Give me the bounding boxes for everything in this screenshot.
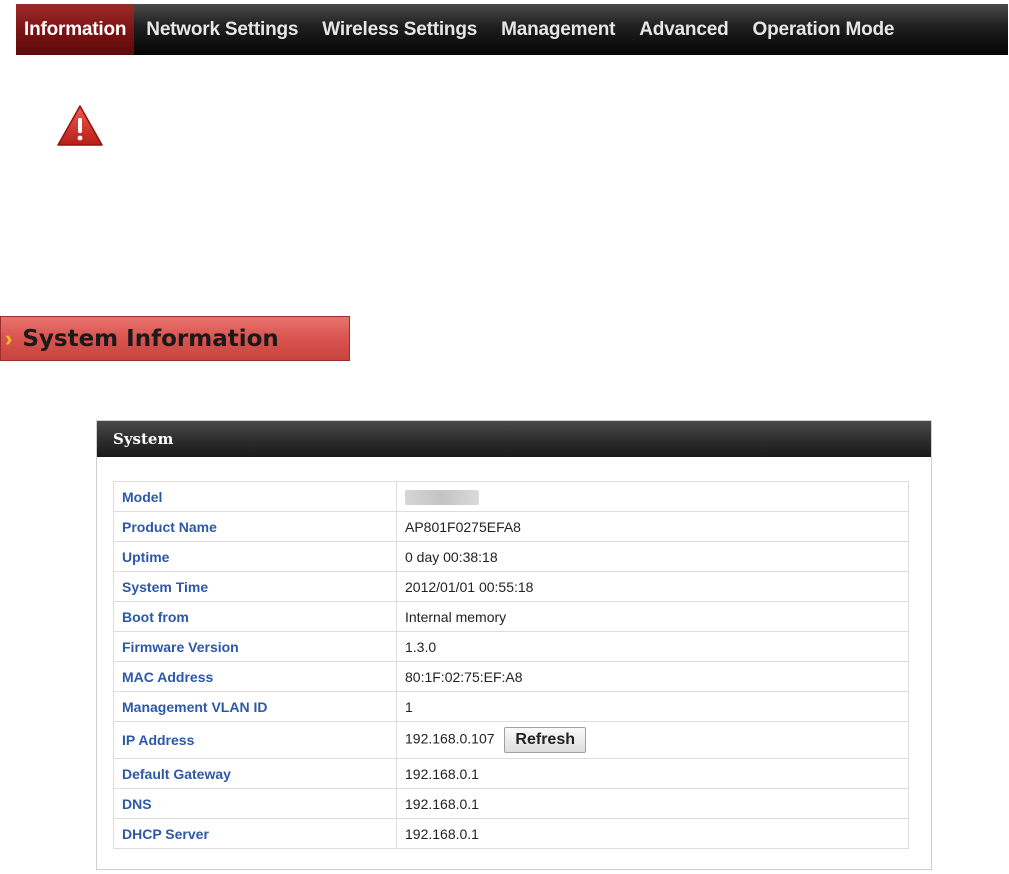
warning-icon <box>57 105 103 146</box>
table-row: MAC Address 80:1F:02:75:EF:A8 <box>113 661 909 692</box>
product-name-value: AP801F0275EFA8 <box>396 511 909 542</box>
nav-item-management[interactable]: Management <box>489 4 627 55</box>
table-row: Default Gateway 192.168.0.1 <box>113 758 909 789</box>
blurred-model-value <box>405 489 479 505</box>
ip-address-label: IP Address <box>113 721 397 759</box>
ip-address-cell: 192.168.0.107 Refresh <box>396 721 909 759</box>
product-name-label: Product Name <box>113 511 397 542</box>
nav-item-network-settings[interactable]: Network Settings <box>134 4 310 55</box>
system-info-table: Model Product Name AP801F0275EFA8 Uptime… <box>113 481 909 849</box>
table-row: Boot from Internal memory <box>113 601 909 632</box>
system-panel-header: System <box>97 421 931 457</box>
system-time-value: 2012/01/01 00:55:18 <box>396 571 909 602</box>
dns-value: 192.168.0.1 <box>396 788 909 819</box>
page: Information Network Settings Wireless Se… <box>0 0 1009 874</box>
dhcp-server-value: 192.168.0.1 <box>396 818 909 849</box>
chevron-right-icon: › <box>5 325 13 351</box>
table-row: Model <box>113 481 909 512</box>
table-row: System Time 2012/01/01 00:55:18 <box>113 571 909 602</box>
system-panel-title: System <box>113 430 174 448</box>
management-vlan-id-value: 1 <box>396 691 909 722</box>
default-gateway-label: Default Gateway <box>113 758 397 789</box>
default-gateway-value: 192.168.0.1 <box>396 758 909 789</box>
model-value <box>396 481 909 512</box>
nav-item-wireless-settings[interactable]: Wireless Settings <box>310 4 489 55</box>
ip-address-value: 192.168.0.107 <box>405 730 495 747</box>
nav-item-information[interactable]: Information <box>16 4 135 55</box>
table-row: DNS 192.168.0.1 <box>113 788 909 819</box>
nav-item-advanced[interactable]: Advanced <box>627 4 740 55</box>
table-row: Firmware Version 1.3.0 <box>113 631 909 662</box>
boot-from-value: Internal memory <box>396 601 909 632</box>
system-time-label: System Time <box>113 571 397 602</box>
mac-address-value: 80:1F:02:75:EF:A8 <box>396 661 909 692</box>
top-navigation-bar: Information Network Settings Wireless Se… <box>16 4 1008 55</box>
uptime-value: 0 day 00:38:18 <box>396 541 909 572</box>
mac-address-label: MAC Address <box>113 661 397 692</box>
table-row: Management VLAN ID 1 <box>113 691 909 722</box>
model-label: Model <box>113 481 397 512</box>
boot-from-label: Boot from <box>113 601 397 632</box>
dhcp-server-label: DHCP Server <box>113 818 397 849</box>
system-information-header: › System Information <box>0 316 350 361</box>
firmware-version-label: Firmware Version <box>113 631 397 662</box>
system-panel: System Model Product Name AP801F0275EFA8… <box>96 420 932 870</box>
table-row: IP Address 192.168.0.107 Refresh <box>113 721 909 759</box>
table-row: DHCP Server 192.168.0.1 <box>113 818 909 849</box>
uptime-label: Uptime <box>113 541 397 572</box>
firmware-version-value: 1.3.0 <box>396 631 909 662</box>
table-row: Uptime 0 day 00:38:18 <box>113 541 909 572</box>
system-information-title: System Information <box>22 325 279 352</box>
refresh-button[interactable]: Refresh <box>504 727 586 753</box>
dns-label: DNS <box>113 788 397 819</box>
nav-item-operation-mode[interactable]: Operation Mode <box>740 4 906 55</box>
management-vlan-id-label: Management VLAN ID <box>113 691 397 722</box>
table-row: Product Name AP801F0275EFA8 <box>113 511 909 542</box>
